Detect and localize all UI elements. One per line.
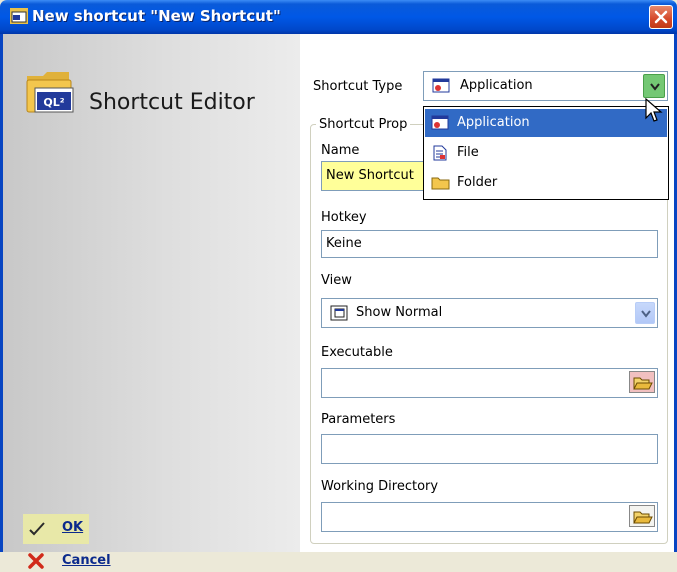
shortcut-type-dropdown-button[interactable] xyxy=(643,74,665,98)
dropdown-option-label: Folder xyxy=(457,175,498,190)
ql-app-icon xyxy=(10,8,28,24)
executable-browse-button[interactable] xyxy=(629,371,655,393)
checkmark-icon xyxy=(29,522,45,536)
window-title: New shortcut "New Shortcut" xyxy=(32,7,281,25)
folder-icon xyxy=(431,177,450,190)
dropdown-option-application[interactable]: Application xyxy=(425,109,667,137)
shortcut-type-value: Application xyxy=(460,78,533,93)
ql-icon-text: QL² xyxy=(43,96,64,109)
working-directory-label: Working Directory xyxy=(321,479,439,494)
hotkey-field[interactable]: Keine xyxy=(321,230,658,258)
cancel-label: Cancel xyxy=(62,553,111,568)
cancel-button[interactable]: Cancel xyxy=(23,550,123,572)
ql-folder-icon: QL² xyxy=(26,72,74,113)
group-title: Shortcut Prop xyxy=(316,117,411,132)
view-select[interactable]: Show Normal xyxy=(321,298,658,328)
shortcut-type-dropdown-list: Application File Folder xyxy=(423,106,669,200)
close-icon xyxy=(654,10,668,24)
hotkey-label: Hotkey xyxy=(321,210,367,225)
dropdown-option-label: Application xyxy=(457,115,530,130)
chevron-down-icon xyxy=(650,83,660,91)
shortcut-type-label: Shortcut Type xyxy=(313,79,403,94)
working-directory-field[interactable] xyxy=(321,502,658,532)
parameters-label: Parameters xyxy=(321,412,396,427)
cancel-x-icon xyxy=(28,553,44,569)
ok-button[interactable]: OK xyxy=(23,514,89,544)
parameters-field[interactable] xyxy=(321,434,658,464)
dropdown-option-label: File xyxy=(457,145,479,160)
editor-title: Shortcut Editor xyxy=(89,90,255,115)
mouse-cursor-icon xyxy=(645,98,663,122)
executable-field[interactable] xyxy=(321,368,658,398)
ok-label: OK xyxy=(62,520,84,535)
file-icon xyxy=(433,145,447,161)
close-button[interactable] xyxy=(649,5,673,29)
dropdown-option-file[interactable]: File xyxy=(425,139,667,167)
view-value: Show Normal xyxy=(356,305,443,320)
application-icon xyxy=(432,78,450,93)
open-folder-icon xyxy=(633,377,653,390)
view-dropdown-button[interactable] xyxy=(635,302,655,324)
chevron-down-icon xyxy=(641,310,651,318)
hotkey-value: Keine xyxy=(326,236,362,251)
view-label: View xyxy=(321,273,352,288)
name-value: New Shortcut xyxy=(326,168,414,183)
dropdown-option-folder[interactable]: Folder xyxy=(425,169,667,197)
working-directory-browse-button[interactable] xyxy=(629,505,655,527)
executable-label: Executable xyxy=(321,345,393,360)
open-folder-icon xyxy=(633,511,653,524)
application-icon xyxy=(431,115,449,130)
left-panel: QL² Shortcut Editor OK Cancel xyxy=(3,34,300,569)
shortcut-type-select[interactable]: Application xyxy=(423,71,668,101)
window-normal-icon xyxy=(330,305,348,321)
name-label: Name xyxy=(321,143,360,158)
title-bar: New shortcut "New Shortcut" xyxy=(0,0,677,34)
